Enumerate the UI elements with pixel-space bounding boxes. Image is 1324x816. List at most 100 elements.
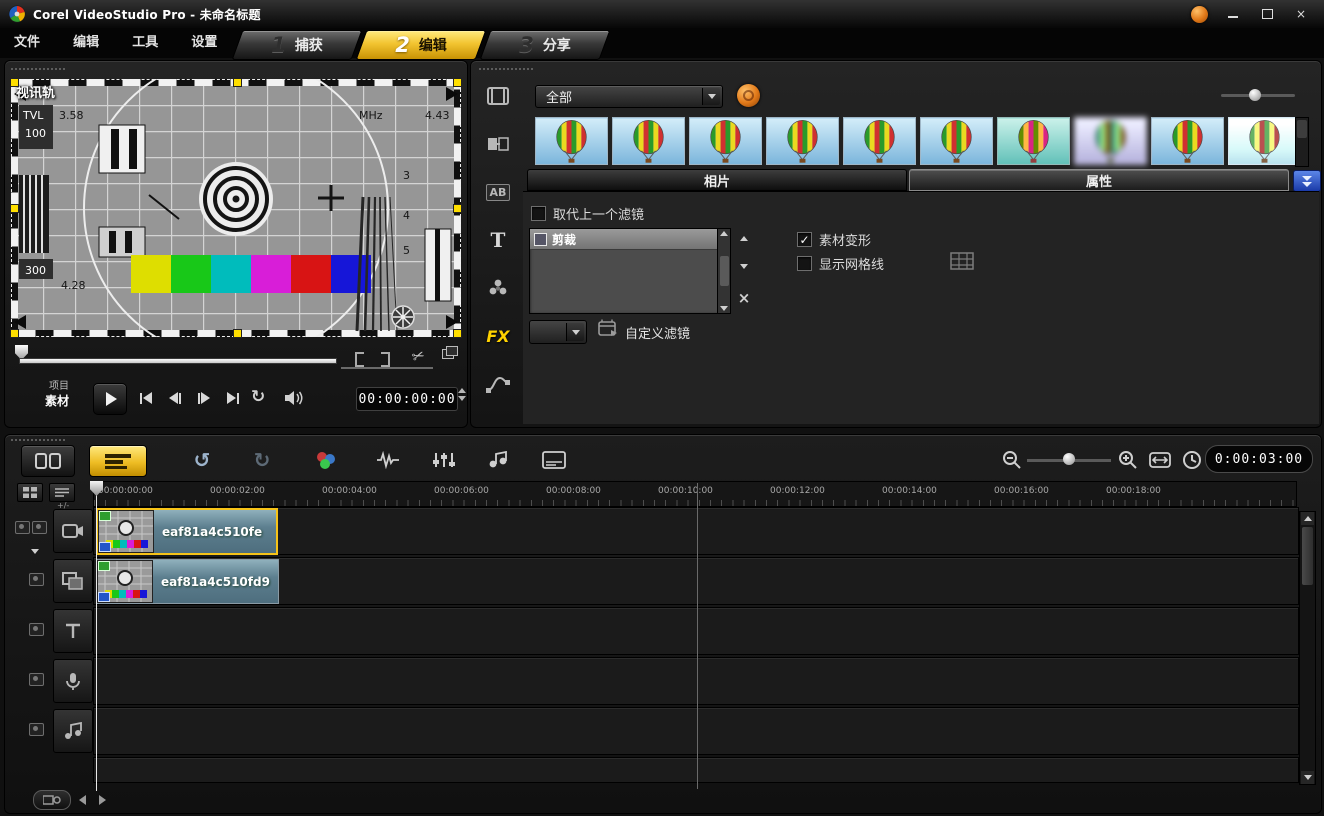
- tab-photo[interactable]: 相片: [527, 169, 907, 191]
- thumbnail-scrollbar[interactable]: [1295, 117, 1309, 167]
- filter-list-scrollbar[interactable]: [717, 229, 730, 313]
- go-start-button[interactable]: [133, 387, 159, 409]
- preview-video[interactable]: TVL 100 300 3.58 4.43 MHz 4.28 3 4 5 视讯轨: [10, 78, 462, 338]
- track-manager-button[interactable]: [17, 483, 43, 502]
- preview-timecode[interactable]: 00:00:00:00: [356, 387, 458, 411]
- scroll-thumb[interactable]: [719, 256, 729, 286]
- undo-button[interactable]: ↺: [187, 445, 217, 475]
- timeline-view-button[interactable]: [89, 445, 147, 477]
- track-swap-icon[interactable]: [15, 521, 30, 534]
- voice-track-button[interactable]: [53, 659, 93, 703]
- scroll-left-icon[interactable]: [79, 795, 86, 805]
- tab-attributes[interactable]: 属性: [909, 169, 1289, 191]
- repeat-button[interactable]: ↻: [251, 387, 265, 407]
- deform-handle[interactable]: [453, 204, 462, 213]
- expand-panel-button[interactable]: [1293, 170, 1321, 192]
- menu-tools[interactable]: 工具: [118, 28, 172, 58]
- filter-move-up-button[interactable]: [735, 230, 753, 246]
- delete-filter-button[interactable]: ×: [735, 289, 753, 307]
- scrubber-track[interactable]: [19, 358, 337, 364]
- slider-knob[interactable]: [1249, 89, 1261, 101]
- volume-icon[interactable]: [283, 389, 303, 407]
- deform-handle[interactable]: [453, 78, 462, 87]
- replace-filter-checkbox[interactable]: [531, 206, 546, 221]
- trim-end-handle[interactable]: [381, 352, 390, 367]
- scroll-down-icon[interactable]: [1301, 771, 1314, 784]
- track-expand-icon[interactable]: [31, 549, 39, 554]
- slider-knob[interactable]: [1063, 453, 1075, 465]
- gallery-graphic-icon[interactable]: [476, 271, 520, 305]
- enlarge-preview-icon[interactable]: [442, 346, 458, 359]
- customize-filter-icon[interactable]: [597, 318, 619, 342]
- deform-handle[interactable]: [10, 204, 19, 213]
- gallery-transition-icon[interactable]: [476, 127, 520, 161]
- zoom-out-icon[interactable]: [997, 445, 1027, 475]
- overlay-track-button[interactable]: [53, 559, 93, 603]
- timecode-spinner[interactable]: [458, 388, 466, 401]
- tab-edit[interactable]: 2 编辑: [355, 30, 487, 60]
- library-thumbnail[interactable]: [766, 117, 839, 165]
- sound-mixer-icon[interactable]: [429, 445, 459, 475]
- zoom-in-icon[interactable]: [1113, 445, 1143, 475]
- tab-capture[interactable]: 1 捕获: [231, 30, 363, 60]
- minimize-button[interactable]: [1224, 7, 1242, 21]
- library-thumbnail[interactable]: [997, 117, 1070, 165]
- menu-edit[interactable]: 编辑: [59, 28, 113, 58]
- panel-drag-handle[interactable]: [479, 68, 533, 70]
- music-track[interactable]: [93, 707, 1299, 755]
- fit-project-icon[interactable]: [1145, 445, 1175, 475]
- overlay-clip[interactable]: eaf81a4c510fd9: [96, 559, 279, 604]
- gallery-media-icon[interactable]: [476, 79, 520, 113]
- customize-filter-label[interactable]: 自定义滤镜: [625, 323, 690, 342]
- go-end-button[interactable]: [220, 387, 246, 409]
- gallery-title-ab-icon[interactable]: AB: [476, 175, 520, 209]
- category-dropdown[interactable]: 全部: [535, 85, 723, 108]
- timeline-vscrollbar[interactable]: [1299, 511, 1316, 785]
- chapter-cue-button[interactable]: [33, 790, 71, 810]
- scroll-up-icon[interactable]: [1301, 512, 1314, 525]
- voice-track[interactable]: [93, 657, 1299, 705]
- library-thumbnail[interactable]: [1228, 117, 1301, 165]
- deform-handle[interactable]: [233, 78, 242, 87]
- video-clip[interactable]: eaf81a4c510fe: [96, 508, 278, 555]
- play-button[interactable]: [93, 383, 127, 415]
- track-ripple-icon[interactable]: [29, 723, 44, 736]
- library-thumbnail[interactable]: [1151, 117, 1224, 165]
- title-track[interactable]: [93, 607, 1299, 655]
- deform-handle[interactable]: [10, 329, 19, 338]
- thumbnail-size-slider[interactable]: [1221, 85, 1295, 105]
- audio-wave-icon[interactable]: [373, 445, 403, 475]
- library-thumbnail[interactable]: [689, 117, 762, 165]
- title-track-button[interactable]: [53, 609, 93, 653]
- redo-button[interactable]: ↻: [247, 445, 277, 475]
- music-track-button[interactable]: [53, 709, 93, 753]
- add-track-button[interactable]: [49, 483, 75, 502]
- track-ripple-icon[interactable]: [32, 521, 47, 534]
- grid-options-button[interactable]: [947, 250, 977, 272]
- deform-handle[interactable]: [453, 329, 462, 338]
- gallery-title-icon[interactable]: T: [476, 223, 520, 257]
- scroll-up-icon[interactable]: [720, 231, 728, 236]
- gallery-path-icon[interactable]: [476, 367, 520, 401]
- library-thumbnail[interactable]: [1074, 117, 1147, 165]
- scroll-right-icon[interactable]: [99, 795, 106, 805]
- timeline-timecode[interactable]: 0:00:03:00: [1205, 445, 1313, 473]
- auto-music-icon[interactable]: [483, 445, 513, 475]
- mode-project-button[interactable]: 项目: [45, 381, 69, 394]
- project-duration-icon[interactable]: [1177, 445, 1207, 475]
- instant-project-icon[interactable]: [311, 445, 341, 475]
- panel-drag-handle[interactable]: [11, 439, 65, 441]
- deform-handle[interactable]: [233, 329, 242, 338]
- close-button[interactable]: ×: [1292, 7, 1310, 21]
- next-frame-button[interactable]: [191, 387, 217, 409]
- library-thumbnail[interactable]: [535, 117, 608, 165]
- corel-guide-icon[interactable]: [1191, 5, 1208, 23]
- video-track-button[interactable]: [53, 509, 93, 553]
- panel-drag-handle[interactable]: [11, 68, 65, 70]
- subtitle-editor-icon[interactable]: [539, 445, 569, 475]
- grid-checkbox[interactable]: [797, 256, 812, 271]
- deform-checkbox[interactable]: ✓: [797, 232, 812, 247]
- filter-list[interactable]: 剪裁: [529, 228, 731, 314]
- library-thumbnail[interactable]: [612, 117, 685, 165]
- track-ripple-icon[interactable]: [29, 573, 44, 586]
